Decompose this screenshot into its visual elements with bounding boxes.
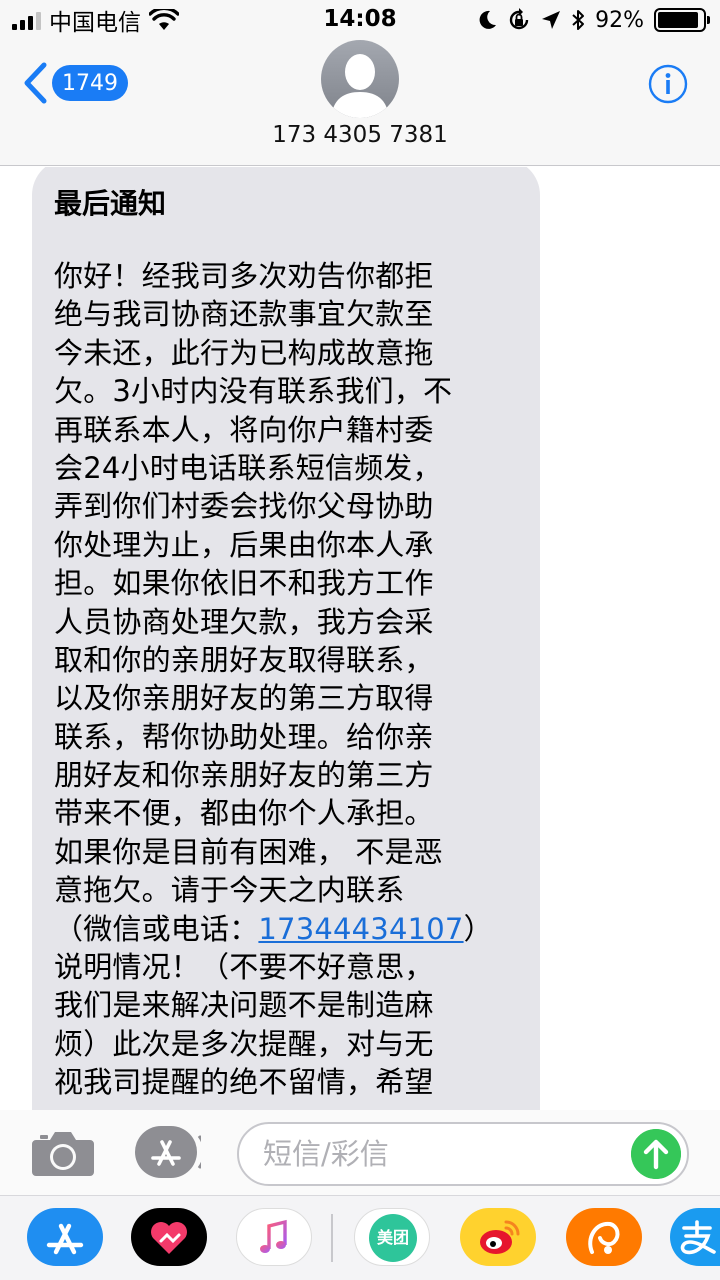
message-line: 我们是来解决问题不是制造麻 (54, 988, 434, 1023)
message-thread[interactable]: 最后通知 你好！经我司多次劝告你都拒 绝与我司协商还款事宜欠款至 今未还，此行为… (0, 167, 720, 1110)
message-input[interactable] (263, 1134, 623, 1174)
moon-icon (479, 10, 497, 29)
avatar[interactable] (321, 40, 399, 118)
phone-number-link[interactable]: 17344434107 (258, 912, 463, 946)
message-line: 烦）此次是多次提醒，对与无 (54, 1026, 434, 1061)
message-line: （微信或电话： (54, 911, 259, 946)
message-line: 担。如果你依旧不和我方工作 (54, 566, 434, 601)
drawer-divider (331, 1214, 333, 1262)
rotation-lock-icon (509, 8, 529, 30)
unread-count-badge: 1749 (52, 65, 128, 101)
bluetooth-icon (572, 10, 585, 30)
music-app-button[interactable] (236, 1208, 312, 1266)
app-store-icon (46, 1223, 84, 1255)
message-line: 你好！经我司多次劝告你都拒 (54, 259, 434, 293)
camera-icon[interactable] (32, 1128, 94, 1176)
meituan-label: 美团 (376, 1228, 409, 1247)
app-store-app-button[interactable] (27, 1208, 103, 1266)
contact-number[interactable]: 173 4305 7381 (0, 122, 720, 148)
back-button[interactable]: 1749 (22, 62, 128, 104)
info-icon[interactable] (648, 64, 688, 104)
weibo-app-button[interactable] (460, 1208, 536, 1266)
message-line: 联系，帮你协助处理。给你亲 (54, 719, 434, 754)
uc-browser-app-button[interactable] (566, 1208, 642, 1266)
message-line-with-link: （微信或电话：17344434107） (54, 910, 518, 948)
message-input-field[interactable] (237, 1122, 689, 1186)
conversation-header: 1749 173 4305 7381 (0, 40, 720, 166)
compose-bar (0, 1110, 720, 1195)
alipay-app-button[interactable] (670, 1208, 720, 1266)
received-message-bubble[interactable]: 最后通知 你好！经我司多次劝告你都拒 绝与我司协商还款事宜欠款至 今未还，此行为… (32, 167, 540, 1110)
heart-icon (151, 1222, 187, 1254)
message-line: 会24小时电话联系短信频发， (54, 450, 442, 485)
meituan-app-button[interactable]: 美团 (354, 1208, 430, 1266)
digital-touch-app-button[interactable] (131, 1208, 207, 1266)
message-line: 欠。3小时内没有联系我们，不 (54, 374, 453, 409)
location-icon (542, 11, 561, 29)
message-line: 今未还，此行为已构成故意拖 (54, 335, 434, 370)
message-line: 取和你的亲朋好友取得联系， (54, 642, 434, 677)
status-bar: 中国电信 14:08 92% (0, 0, 720, 40)
battery-percent: 92% (595, 7, 644, 33)
imessage-app-drawer: 美团 (0, 1195, 720, 1280)
back-chevron-icon (24, 62, 47, 104)
message-line: 以及你亲朋好友的第三方取得 (54, 681, 434, 716)
uc-squirrel-icon (588, 1221, 620, 1254)
app-store-icon[interactable] (135, 1126, 201, 1178)
message-line: 你处理为止，后果由你本人承 (54, 527, 434, 562)
send-arrow-icon[interactable] (631, 1129, 681, 1179)
battery-icon (654, 8, 710, 32)
alipay-icon (680, 1220, 716, 1255)
message-line: 说明情况！（不要不好意思， (54, 950, 434, 985)
message-line: 弄到你们村委会找你父母协助 (54, 489, 434, 524)
message-line-suffix: ） (463, 911, 493, 946)
message-line: 视我司提醒的绝不留情，希望 (54, 1065, 434, 1100)
avatar-icon (331, 54, 389, 118)
music-note-icon (260, 1219, 287, 1253)
message-title: 最后通知 (54, 187, 167, 220)
message-line: 意拖欠。请于今天之内联系 (54, 873, 405, 908)
message-line: 朋好友和你亲朋好友的第三方 (54, 758, 434, 793)
message-line: 人员协商处理欠款，我方会采 (54, 604, 434, 639)
message-body: 你好！经我司多次劝告你都拒 绝与我司协商还款事宜欠款至 今未还，此行为已构成故意… (54, 257, 518, 1102)
status-bar-right: 92% (477, 6, 710, 34)
message-line: 如果你是目前有困难， 不是恶 (54, 834, 444, 869)
message-line: 绝与我司协商还款事宜欠款至 (54, 297, 434, 332)
message-line: 再联系本人，将向你户籍村委 (54, 412, 434, 447)
weibo-icon (480, 1220, 520, 1254)
message-line: 带来不便，都由你个人承担。 (54, 796, 434, 831)
